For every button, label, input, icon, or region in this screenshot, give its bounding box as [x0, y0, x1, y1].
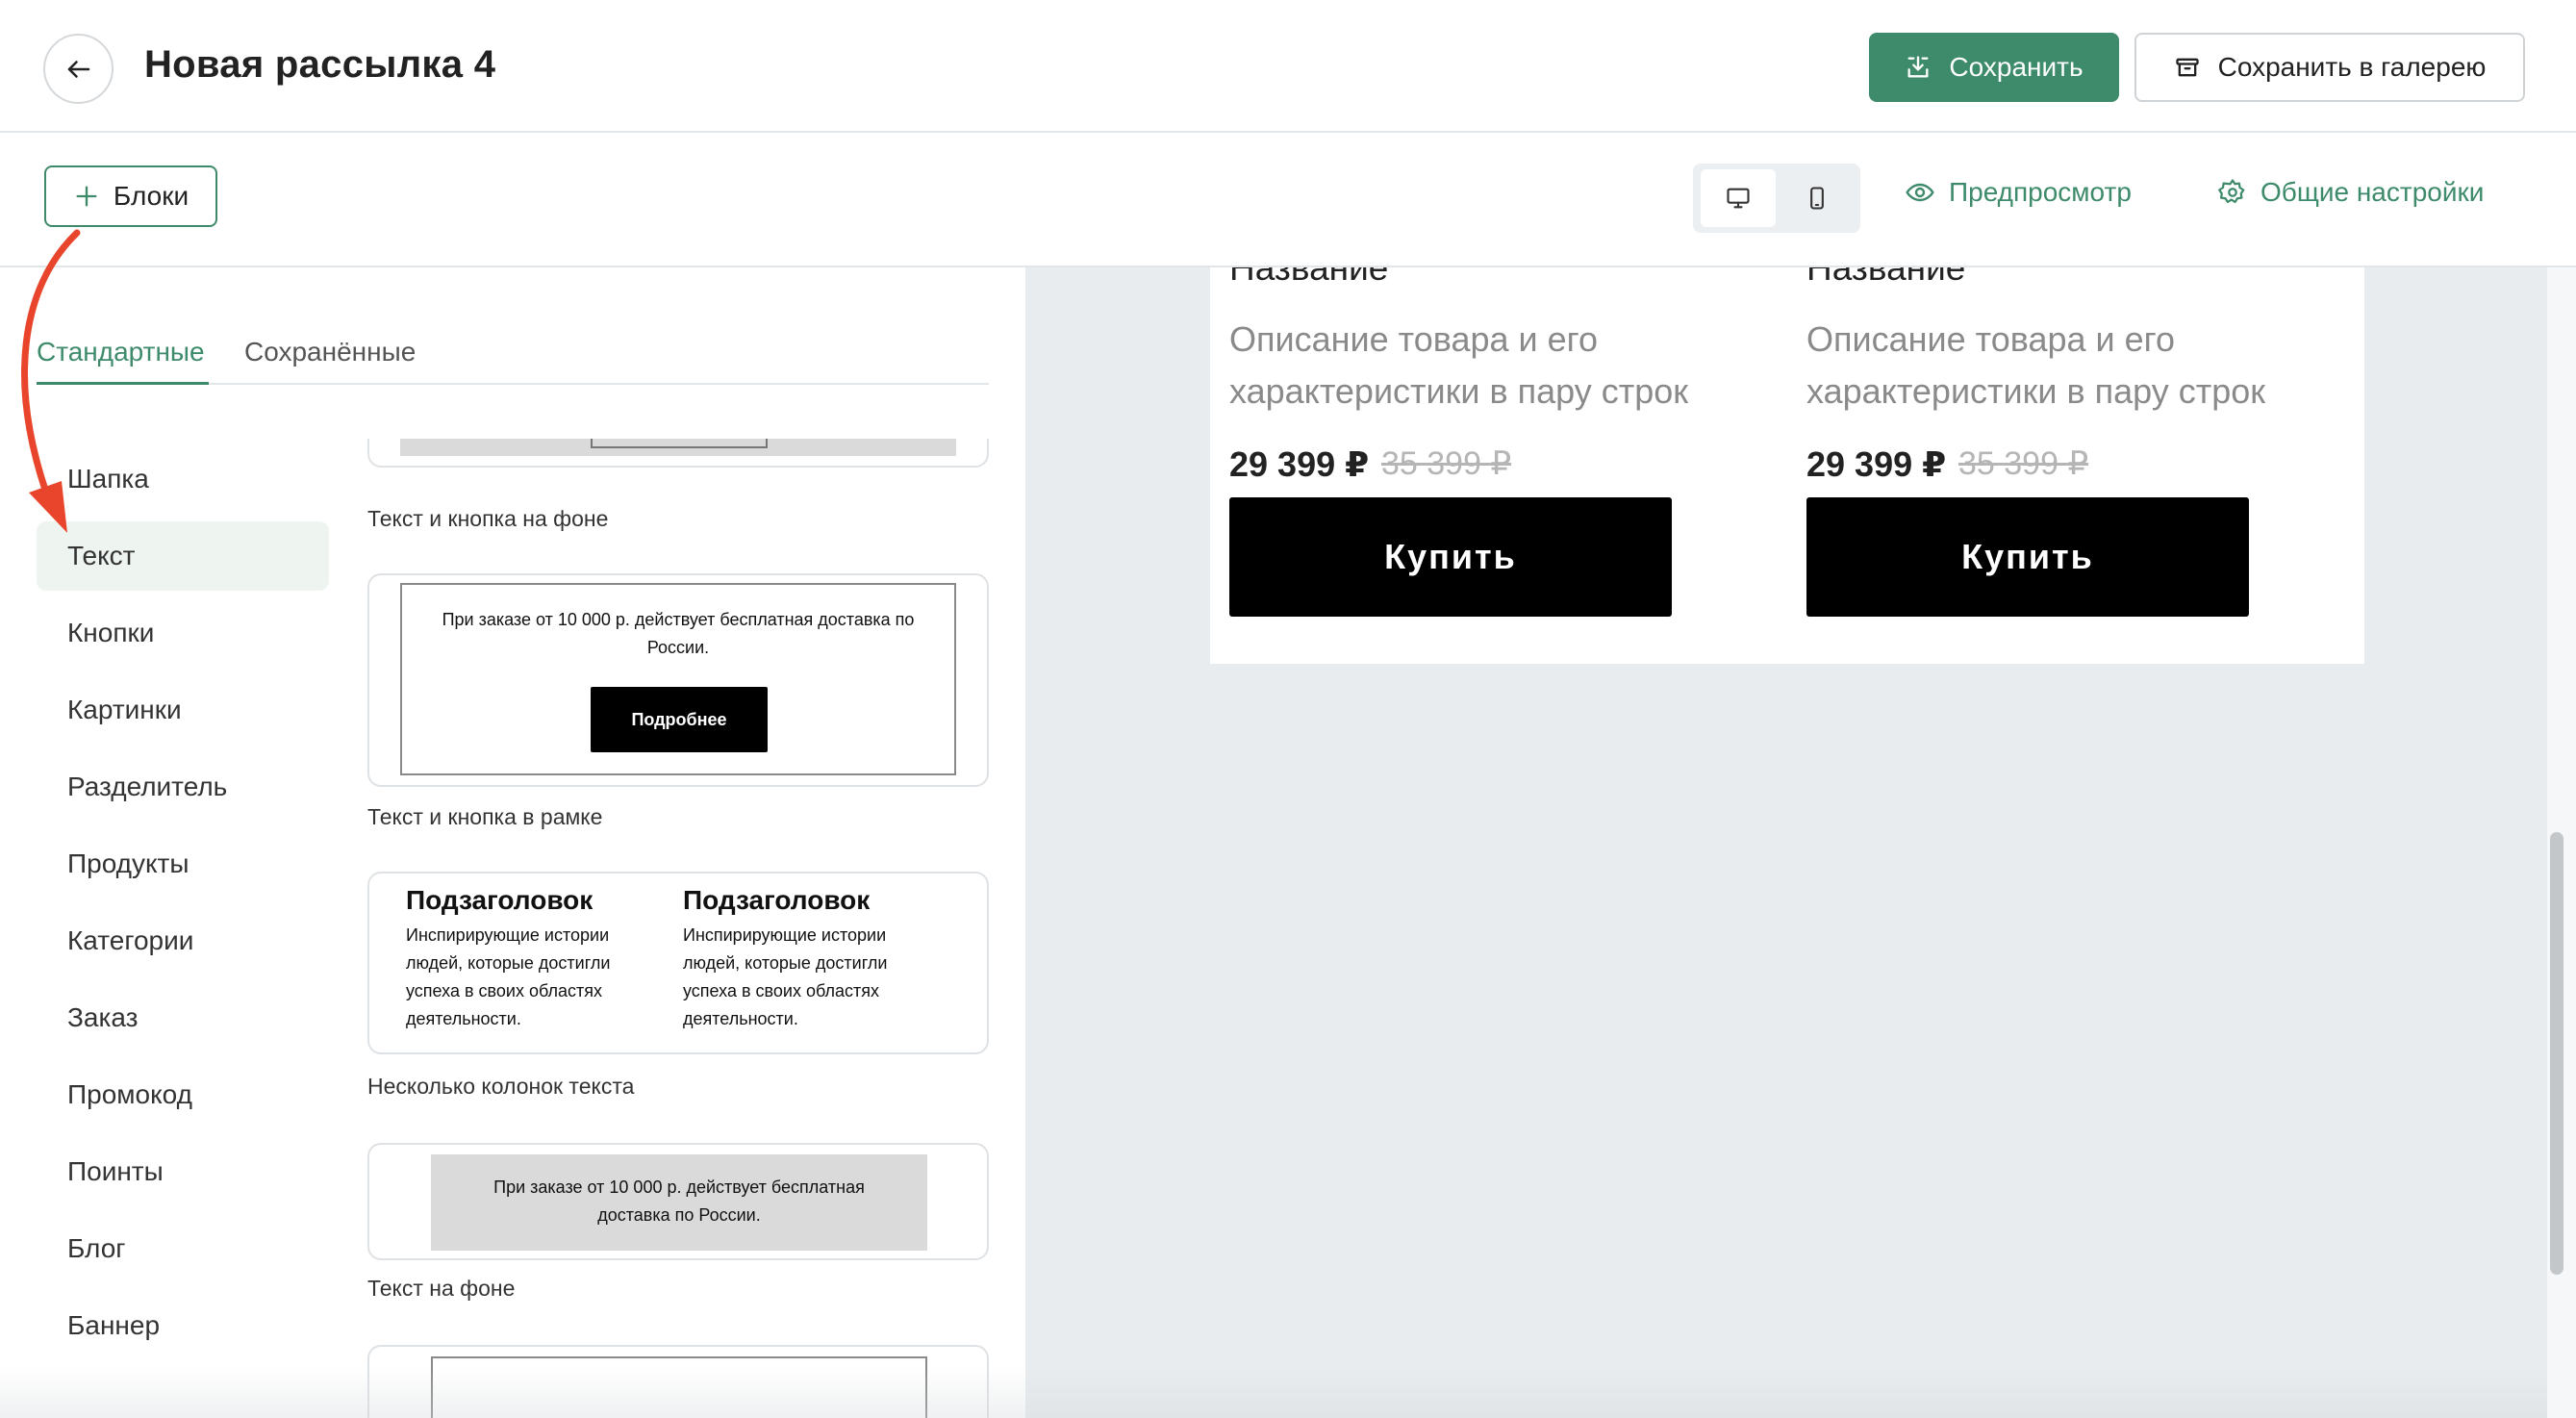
- blocks-tabs: Стандартные Сохранённые: [37, 337, 989, 385]
- desktop-view-button[interactable]: [1701, 169, 1776, 227]
- block-caption: Несколько колонок текста: [367, 1074, 635, 1099]
- product-old-price: 35 399 ₽: [1381, 445, 1512, 482]
- buy-button[interactable]: Купить: [1806, 497, 2249, 617]
- block-card-text-button-bg[interactable]: [367, 439, 989, 468]
- block-preview-column: Подзаголовок Инспирирующие истории людей…: [406, 885, 656, 1033]
- block-caption: Текст и кнопка в рамке: [367, 804, 603, 829]
- column-text: Инспирирующие истории людей, которые дос…: [406, 925, 611, 1028]
- save-button-label: Сохранить: [1949, 52, 2084, 82]
- annotation-arrow: [21, 229, 81, 533]
- save-to-gallery-label: Сохранить в галерею: [2217, 52, 2487, 82]
- category-item-promocode[interactable]: Промокод: [37, 1060, 329, 1129]
- toolbar: Блоки Предпросмотр Общие настройки: [0, 133, 2576, 267]
- buy-button[interactable]: Купить: [1229, 497, 1672, 617]
- product-description: Описание товара и его характеристики в п…: [1229, 319, 1689, 411]
- block-preview-frame: При заказе от 10 000 р. действует беспла…: [400, 583, 956, 775]
- product-name: Название: [1229, 267, 1389, 288]
- category-item-blog[interactable]: Блог: [37, 1214, 329, 1283]
- category-item-divider[interactable]: Разделитель: [37, 752, 329, 822]
- gear-icon: [2218, 179, 2245, 204]
- product-old-price: 35 399 ₽: [1958, 445, 2089, 482]
- block-card-partial[interactable]: [367, 1345, 989, 1418]
- product-price: 29 399 ₽: [1806, 444, 1947, 484]
- block-preview-text: При заказе от 10 000 р. действует беспла…: [442, 610, 915, 657]
- block-preview-column: Подзаголовок Инспирирующие истории людей…: [683, 885, 933, 1033]
- column-text: Инспирирующие истории людей, которые дос…: [683, 925, 888, 1028]
- product-description: Описание товара и его характеристики в п…: [1806, 319, 2266, 411]
- column-title: Подзаголовок: [683, 885, 871, 915]
- category-item-categories[interactable]: Категории: [37, 906, 329, 975]
- email-canvas: Название Описание товара и его характери…: [1025, 267, 2547, 1418]
- block-preview-text: При заказе от 10 000 р. действует беспла…: [493, 1177, 865, 1225]
- download-icon: [1907, 56, 1929, 78]
- category-item-banner[interactable]: Баннер: [37, 1291, 329, 1360]
- block-preview-frame: [431, 1356, 927, 1418]
- save-button[interactable]: Сохранить: [1869, 33, 2119, 102]
- category-item-products[interactable]: Продукты: [37, 829, 329, 899]
- phone-icon: [1810, 187, 1824, 210]
- scrollbar-thumb[interactable]: [2550, 832, 2563, 1275]
- preview-link[interactable]: Предпросмотр: [1905, 177, 2132, 208]
- page-title: Новая рассылка 4: [144, 43, 496, 86]
- category-item-order[interactable]: Заказ: [37, 983, 329, 1052]
- block-caption: Текст и кнопка на фоне: [367, 506, 609, 531]
- device-toggle: [1693, 164, 1860, 233]
- block-preview-button-outline: [591, 439, 768, 448]
- blocks-button-label: Блоки: [113, 181, 189, 211]
- blocks-button[interactable]: Блоки: [44, 165, 217, 227]
- block-card-text-button-frame[interactable]: При заказе от 10 000 р. действует беспла…: [367, 573, 989, 787]
- arrow-left-icon: [67, 60, 89, 78]
- general-settings-label: Общие настройки: [2260, 177, 2485, 207]
- block-preview-button: Подробнее: [591, 687, 768, 752]
- column-title: Подзаголовок: [406, 885, 593, 915]
- product-name: Название: [1806, 267, 1966, 288]
- back-button[interactable]: [43, 34, 114, 104]
- archive-icon: [2175, 58, 2199, 77]
- preview-label: Предпросмотр: [1949, 177, 2132, 207]
- header: Новая рассылка 4 Сохранить Сохранить в г…: [0, 0, 2576, 133]
- general-settings-link[interactable]: Общие настройки: [2218, 177, 2484, 208]
- plus-icon: [76, 186, 97, 207]
- category-item-images[interactable]: Картинки: [37, 675, 329, 745]
- category-item-points[interactable]: Поинты: [37, 1137, 329, 1206]
- block-card-text-bg[interactable]: При заказе от 10 000 р. действует беспла…: [367, 1143, 989, 1260]
- save-to-gallery-button[interactable]: Сохранить в галерею: [2134, 33, 2525, 102]
- block-caption: Текст на фоне: [367, 1276, 516, 1301]
- mobile-view-button[interactable]: [1780, 169, 1855, 227]
- email-preview[interactable]: Название Описание товара и его характери…: [1210, 267, 2364, 664]
- tab-saved[interactable]: Сохранённые: [244, 337, 416, 367]
- eye-icon: [1906, 183, 1934, 202]
- monitor-icon: [1727, 188, 1750, 209]
- block-card-text-columns[interactable]: Подзаголовок Инспирирующие истории людей…: [367, 872, 989, 1054]
- product-price: 29 399 ₽: [1229, 444, 1370, 484]
- category-item-buttons[interactable]: Кнопки: [37, 598, 329, 668]
- block-preview-background: При заказе от 10 000 р. действует беспла…: [431, 1154, 927, 1251]
- blocks-panel: Стандартные Сохранённые Шапка Текст Кноп…: [0, 267, 1025, 1418]
